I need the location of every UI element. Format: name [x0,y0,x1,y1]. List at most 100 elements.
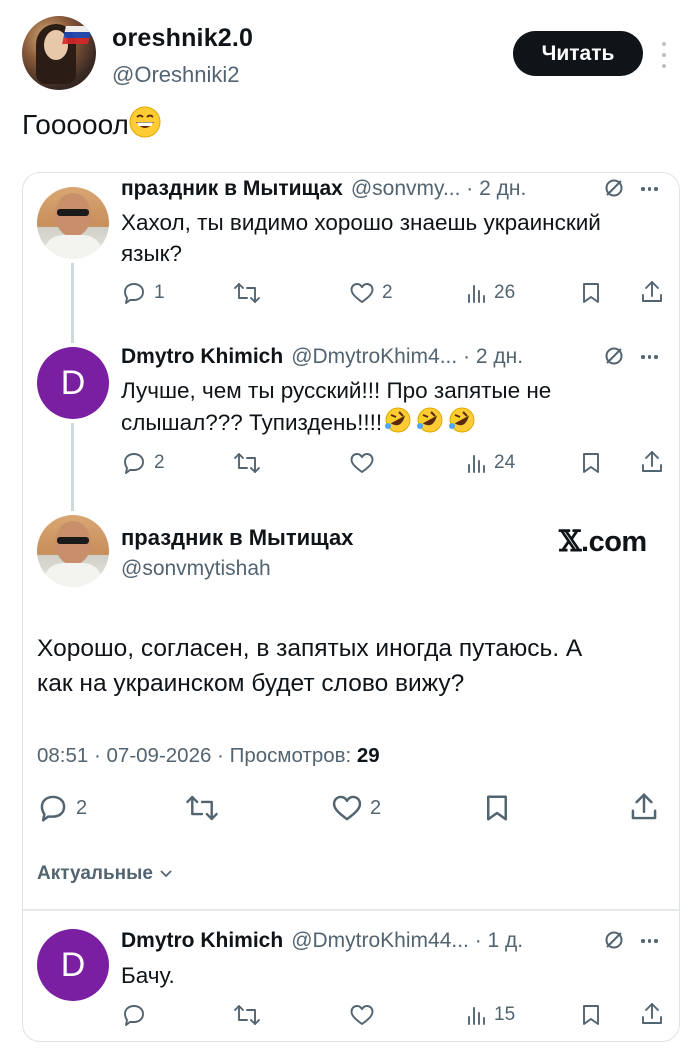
like-count: 2 [382,282,393,303]
more-options-icon[interactable] [658,42,670,68]
grok-icon[interactable] [603,345,625,372]
more-icon[interactable] [641,355,658,359]
like-button[interactable] [349,451,375,475]
reply-count: 2 [154,452,165,473]
retweet-button[interactable] [233,281,261,305]
rolling-laughing-emoji [382,406,414,442]
bookmark-button[interactable] [580,451,602,475]
views-button[interactable]: 24 [465,451,515,475]
reply-text: Лучше, чем ты русский!!! Про запятые не … [121,375,551,442]
bookmark-icon [583,1005,599,1025]
heart-icon [332,795,362,821]
share-button[interactable] [640,279,664,305]
reply-count: 2 [76,796,88,819]
timestamp-row: 08:51 · 07-09-2026 · Просмотров: 29 [37,744,380,768]
grinning-face-emoji [129,106,161,145]
focus-avatar[interactable] [37,515,109,587]
reply-text-line-with-emoji: слышал??? Тупиздень!!!! [121,406,551,442]
bookmark-icon [583,283,599,303]
retweet-button[interactable] [185,793,219,823]
heart-icon [350,453,374,473]
views-icon [468,285,485,303]
focus-text-line: как на украинском будет слово вижу? [37,670,465,697]
reply-avatar[interactable]: D [37,347,109,419]
view-count: 29 [356,744,380,767]
thread-line [71,423,74,511]
author-name[interactable]: oreshnik2.0 [112,24,253,53]
heart-icon [350,283,374,303]
author-handle[interactable]: @Oreshniki2 [112,62,240,88]
author-avatar[interactable] [22,16,96,90]
share-icon [631,793,657,820]
reply-button[interactable]: 2 [121,451,165,475]
reply-count: 1 [154,282,165,303]
focus-text-line: Хорошо, согласен, в запятых иногда путаю… [37,635,583,662]
reply-text-line: Хахол, ты видимо хорошо знаешь украински… [121,210,601,235]
bookmark-button[interactable] [580,1003,602,1027]
heart-icon [350,1005,374,1025]
share-icon [642,281,662,302]
reply-header: праздник в Мытищах @sonvmy... · 2 дн. [121,177,669,201]
retweet-icon [186,795,218,821]
reply-header: Dmytro Khimich @DmytroKhim44... · 1 д. [121,929,669,953]
post-text: Гооооол [22,106,161,145]
x-logo-icon: 𝕏 [559,524,582,558]
follow-button[interactable]: Читать [513,31,643,76]
bookmark-icon [487,795,507,821]
views-count: 15 [494,1004,516,1025]
reply-button[interactable]: 2 [37,793,87,823]
share-button[interactable] [640,1001,664,1027]
grok-icon[interactable] [603,177,625,204]
retweet-icon [234,1005,260,1025]
bookmark-button[interactable] [483,793,511,823]
quoted-thread-card[interactable]: праздник в Мытищах @sonvmy... · 2 дн. Ха… [22,172,680,1042]
grok-icon[interactable] [603,929,625,956]
share-button[interactable] [640,449,664,475]
bookmark-button[interactable] [580,281,602,305]
reply-text-line: Лучше, чем ты русский!!! Про запятые не [121,378,552,403]
reply-text: Бачу. [121,963,175,988]
share-button[interactable] [629,791,659,823]
views-count: 24 [494,452,516,473]
reply-author-name[interactable]: Dmytro Khimich [121,345,283,369]
sort-dropdown[interactable]: Актуальные [37,863,173,885]
views-button[interactable]: 15 [465,1003,515,1027]
reply-avatar[interactable]: D [37,929,109,1001]
focus-author-name[interactable]: праздник в Мытищах [121,525,353,551]
reply-button[interactable]: 1 [121,281,165,305]
timestamp: 08:51 · 07-09-2026 · Просмотров: [37,744,357,767]
reply-icon [124,453,144,474]
reply-meta: @DmytroKhim4... · 2 дн. [291,345,524,368]
post-text-content: Гооооол [22,109,129,140]
reply-text: Хахол, ты видимо хорошо знаешь украински… [121,207,601,269]
like-button[interactable]: 2 [331,793,381,823]
sort-label: Актуальные [37,863,153,884]
reply-icon [124,283,144,304]
reply-meta: @DmytroKhim44... · 1 д. [291,929,524,952]
reply-author-name[interactable]: Dmytro Khimich [121,929,283,953]
retweet-icon [234,283,260,303]
focus-author-handle[interactable]: @sonvmytishah [121,557,271,581]
reply-author-name[interactable]: праздник в Мытищах [121,177,343,201]
reply-avatar[interactable] [37,187,109,259]
bookmark-icon [583,453,599,473]
reply-button[interactable] [121,1003,147,1027]
like-count: 2 [370,796,382,819]
retweet-button[interactable] [233,451,261,475]
share-icon [642,1003,662,1024]
more-icon[interactable] [641,187,658,191]
rolling-laughing-emoji [446,406,478,442]
reply-header: Dmytro Khimich @DmytroKhim4... · 2 дн. [121,345,669,369]
views-icon [468,1007,485,1025]
views-button[interactable]: 26 [465,281,515,305]
views-icon [468,455,485,473]
reply-text-content: слышал??? Тупиздень!!!! [121,410,383,435]
reply-text-line: язык? [121,241,183,266]
retweet-button[interactable] [233,1003,261,1027]
reply-icon [40,795,66,822]
focus-text: Хорошо, согласен, в запятых иногда путаю… [37,631,667,701]
divider [23,909,679,911]
more-icon[interactable] [641,939,658,943]
like-button[interactable]: 2 [349,281,393,305]
like-button[interactable] [349,1003,375,1027]
